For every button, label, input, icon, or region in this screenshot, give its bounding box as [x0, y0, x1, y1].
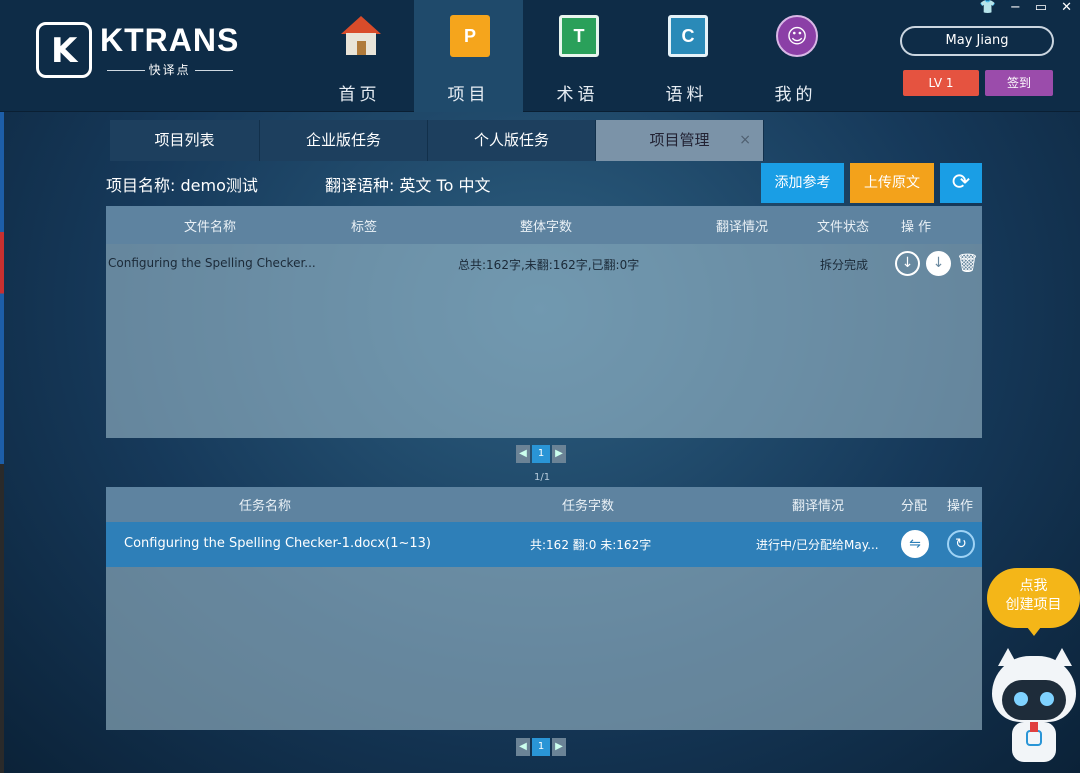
project-language: 翻译语种: 英文 To 中文 [324, 176, 491, 195]
delete-icon[interactable]: 🗑 [956, 251, 979, 276]
col-file-name: 文件名称 [184, 219, 237, 235]
profile-icon: ☺ [776, 15, 818, 57]
main-nav: 首页 P 项目 T 术语 C 语料 ☺ 我的 [305, 0, 850, 112]
close-icon[interactable]: ✕ [1061, 0, 1072, 15]
logo-title: KTRANS [100, 22, 240, 58]
logo-subtitle: 快译点 [100, 61, 239, 78]
tab-project-management-label: 项目管理 [649, 131, 710, 149]
download-target-icon[interactable]: ↓ [926, 251, 951, 276]
tasks-table-header: 任务名称 任务字数 翻译情况 分配 操作 [106, 487, 982, 522]
tab-project-list[interactable]: 项目列表 [110, 120, 260, 161]
table-row[interactable]: Configuring the Spelling Checker-1.docx(… [106, 522, 982, 567]
col-task-words: 任务字数 [562, 499, 615, 514]
nav-profile[interactable]: ☺ 我的 [741, 0, 850, 112]
tasks-pager: ◀ 1 ▶ [516, 738, 566, 756]
file-words-cell: 总共:162字,未翻:162字,已翻:0字 [458, 258, 640, 272]
files-page-count: 1/1 [534, 472, 551, 483]
col-file-status: 文件状态 [817, 219, 870, 235]
assign-icon[interactable]: ⇋ [901, 530, 929, 558]
nav-corpus[interactable]: C 语料 [632, 0, 741, 112]
col-assign: 分配 [901, 499, 928, 514]
task-name-cell: Configuring the Spelling Checker-1.docx(… [124, 536, 431, 551]
col-task-name: 任务名称 [239, 499, 292, 514]
task-translation-cell: 进行中/已分配给May... [756, 538, 879, 552]
nav-term[interactable]: T 术语 [523, 0, 632, 112]
left-edge-strip [0, 0, 4, 773]
tab-personal-tasks[interactable]: 个人版任务 [428, 120, 596, 161]
nav-project[interactable]: P 项目 [414, 0, 523, 112]
project-icon: P [450, 15, 490, 57]
refresh-button[interactable]: ⟳ [940, 163, 982, 203]
tasks-table: 任务名称 任务字数 翻译情况 分配 操作 Configuring the Spe… [106, 487, 982, 730]
upload-source-button[interactable]: 上传原文 [850, 163, 934, 203]
top-bar: KTRANS 快译点 首页 P 项目 T 术语 C 语料 ☺ 我的 👕 − ▭ … [0, 0, 1080, 112]
add-reference-button[interactable]: 添加参考 [761, 163, 844, 203]
minimize-icon[interactable]: − [1010, 0, 1021, 15]
level-badge[interactable]: LV 1 [903, 70, 979, 96]
files-table-header: 文件名称 标签 整体字数 翻译情况 文件状态 操 作 [106, 206, 982, 244]
task-words-cell: 共:162 翻:0 未:162字 [530, 538, 652, 552]
project-info: 项目名称: demo测试 翻译语种: 英文 To 中文 [106, 172, 552, 196]
logo-mark [36, 22, 92, 78]
files-pager: ◀ 1 ▶ [516, 445, 566, 463]
col-task-translation: 翻译情况 [792, 499, 845, 514]
current-page[interactable]: 1 [532, 738, 550, 756]
prev-page-button[interactable]: ◀ [516, 445, 530, 463]
next-page-button[interactable]: ▶ [552, 445, 566, 463]
refresh-icon: ⟳ [951, 170, 971, 195]
home-icon [341, 16, 381, 56]
nav-home[interactable]: 首页 [305, 0, 414, 112]
tab-enterprise-tasks[interactable]: 企业版任务 [260, 120, 428, 161]
create-project-bubble[interactable]: 点我 创建项目 [987, 568, 1080, 636]
mascot-icon[interactable] [992, 648, 1080, 768]
files-table: 文件名称 标签 整体字数 翻译情况 文件状态 操 作 Configuring t… [106, 206, 982, 438]
task-action-icon[interactable]: ↻ [947, 530, 975, 558]
nav-corpus-label: 语料 [665, 85, 708, 105]
skin-icon[interactable]: 👕 [980, 0, 996, 15]
nav-home-label: 首页 [338, 85, 381, 105]
term-icon: T [559, 15, 599, 57]
user-name-button[interactable]: May Jiang [900, 26, 1054, 56]
nav-project-label: 项目 [447, 85, 490, 105]
col-total-words: 整体字数 [520, 219, 573, 235]
nav-term-label: 术语 [556, 85, 599, 105]
window-controls: 👕 − ▭ ✕ [980, 0, 1072, 15]
tab-project-management[interactable]: 项目管理 × [596, 120, 764, 161]
col-task-actions: 操作 [947, 499, 974, 514]
corpus-icon: C [668, 15, 708, 57]
col-translation: 翻译情况 [716, 219, 769, 235]
maximize-icon[interactable]: ▭ [1035, 0, 1047, 15]
file-name-cell: Configuring the Spelling Checker... [108, 256, 316, 270]
next-page-button[interactable]: ▶ [552, 738, 566, 756]
file-status-cell: 拆分完成 [820, 258, 869, 272]
project-name: 项目名称: demo测试 [106, 176, 258, 195]
prev-page-button[interactable]: ◀ [516, 738, 530, 756]
col-actions: 操 作 [901, 219, 932, 235]
sub-tabs: 项目列表 企业版任务 个人版任务 项目管理 × [110, 120, 764, 161]
nav-profile-label: 我的 [774, 85, 817, 105]
col-tag: 标签 [351, 219, 378, 235]
create-project-label: 点我 创建项目 [1005, 578, 1062, 613]
table-row[interactable]: Configuring the Spelling Checker... 总共:1… [106, 244, 982, 282]
current-page[interactable]: 1 [532, 445, 550, 463]
signin-button[interactable]: 签到 [985, 70, 1053, 96]
download-source-icon[interactable]: ↓ [895, 251, 920, 276]
app-logo: KTRANS 快译点 [36, 22, 239, 78]
close-tab-icon[interactable]: × [739, 120, 751, 161]
